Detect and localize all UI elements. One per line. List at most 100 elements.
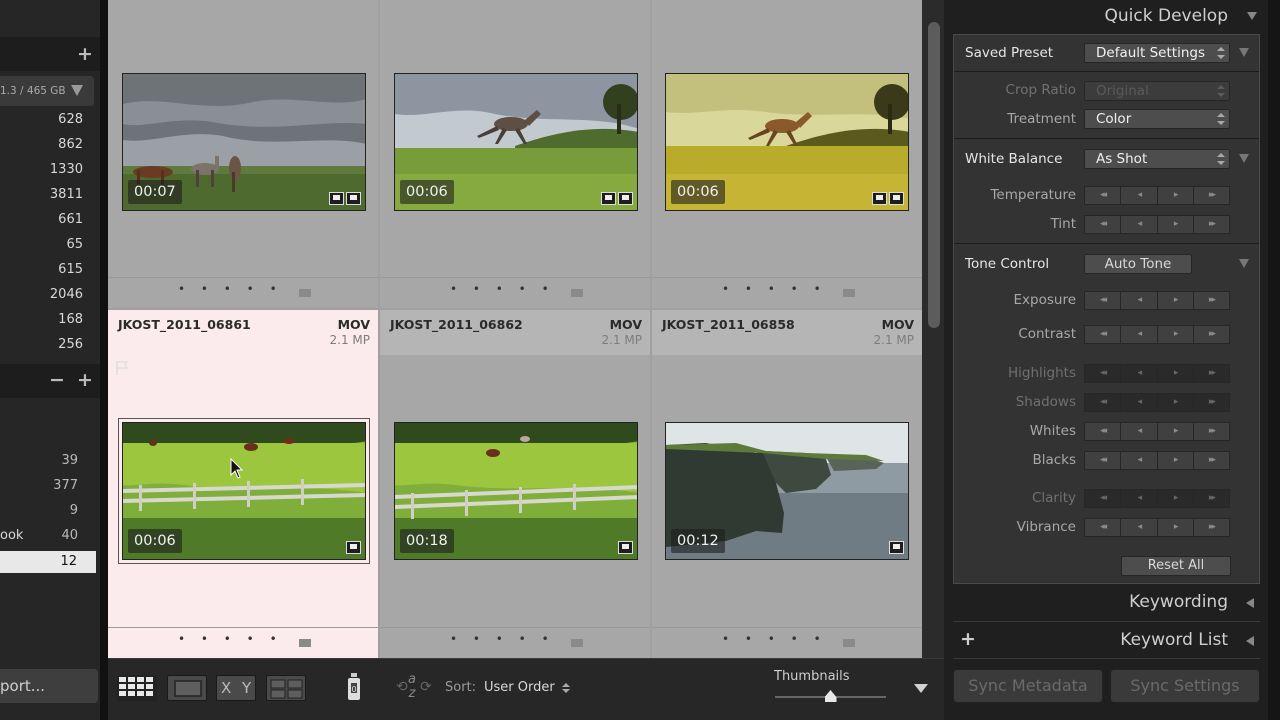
section-collapse-icon[interactable] <box>1239 48 1249 57</box>
decrease-large-button[interactable]: ◂◂ <box>1085 365 1122 382</box>
color-label-icon[interactable] <box>299 289 311 297</box>
decrease-large-button[interactable]: ◂◂ <box>1085 187 1122 204</box>
decrease-button[interactable]: ◂ <box>1121 519 1158 536</box>
color-label-icon[interactable] <box>843 289 855 297</box>
saved-preset-select[interactable]: Default Settings <box>1084 43 1230 63</box>
increase-button[interactable]: ▸ <box>1157 519 1194 536</box>
decrease-button[interactable]: ◂ <box>1121 187 1158 204</box>
sort-direction-button[interactable]: a z ⟲ ⟳ <box>396 673 434 703</box>
add-folder-icon[interactable]: + <box>77 45 93 64</box>
decrease-button[interactable]: ◂ <box>1121 292 1158 309</box>
exposure-stepper[interactable]: ◂◂ ◂ ▸ ▸▸ <box>1084 291 1230 310</box>
remove-collection-icon[interactable]: − <box>49 371 65 390</box>
section-collapse-icon[interactable] <box>1239 259 1249 268</box>
increase-button[interactable]: ▸ <box>1157 423 1194 440</box>
video-thumbnail[interactable]: 00:07 <box>122 73 366 211</box>
selected-collection[interactable]: 12 <box>0 551 96 573</box>
collapse-panel-icon[interactable] <box>1247 12 1257 20</box>
whites-stepper[interactable]: ◂◂ ◂ ▸ ▸▸ <box>1084 422 1230 441</box>
decrease-large-button[interactable]: ◂◂ <box>1085 326 1122 343</box>
decrease-large-button[interactable]: ◂◂ <box>1085 216 1122 233</box>
increase-large-button[interactable]: ▸▸ <box>1193 365 1229 382</box>
video-thumbnail[interactable]: 00:18 <box>394 422 638 560</box>
rating-dots[interactable]: • • • • • <box>722 282 827 296</box>
add-keyword-icon[interactable]: + <box>960 628 976 650</box>
increase-button[interactable]: ▸ <box>1157 365 1194 382</box>
rating-dots[interactable]: • • • • • <box>178 632 283 646</box>
grid-cell[interactable]: 00:07 • • • • • <box>108 0 378 308</box>
decrease-large-button[interactable]: ◂◂ <box>1085 490 1122 507</box>
decrease-button[interactable]: ◂ <box>1121 490 1158 507</box>
increase-large-button[interactable]: ▸▸ <box>1193 490 1229 507</box>
thumbnail-size-slider-knob[interactable] <box>824 690 837 702</box>
treatment-select[interactable]: Color <box>1084 109 1230 129</box>
color-label-icon[interactable] <box>571 639 583 647</box>
increase-large-button[interactable]: ▸▸ <box>1193 394 1229 411</box>
folder-count[interactable]: 862 <box>13 137 83 152</box>
collection-count[interactable]: 39 <box>8 453 78 468</box>
expand-panel-icon[interactable] <box>1246 636 1254 646</box>
expand-panel-icon[interactable] <box>1246 598 1254 608</box>
vibrance-stepper[interactable]: ◂◂ ◂ ▸ ▸▸ <box>1084 518 1230 537</box>
collection-count[interactable]: 9 <box>8 503 78 518</box>
rating-dots[interactable]: • • • • • <box>450 632 555 646</box>
increase-button[interactable]: ▸ <box>1157 292 1194 309</box>
increase-large-button[interactable]: ▸▸ <box>1193 216 1229 233</box>
decrease-large-button[interactable]: ◂◂ <box>1085 452 1122 469</box>
folder-count[interactable]: 2046 <box>13 287 83 302</box>
decrease-button[interactable]: ◂ <box>1121 423 1158 440</box>
video-thumbnail[interactable]: 00:06 <box>122 422 366 560</box>
grid-cell[interactable]: 00:06 • • • • • <box>380 0 650 308</box>
video-thumbnail[interactable]: 00:06 <box>665 73 909 211</box>
increase-large-button[interactable]: ▸▸ <box>1193 292 1229 309</box>
keyword-list-panel-header[interactable]: Keyword List <box>1120 630 1228 650</box>
increase-button[interactable]: ▸ <box>1157 490 1194 507</box>
loupe-view-button[interactable] <box>167 675 207 701</box>
keywording-panel-header[interactable]: Keywording <box>1129 592 1228 612</box>
decrease-button[interactable]: ◂ <box>1121 365 1158 382</box>
decrease-large-button[interactable]: ◂◂ <box>1085 394 1122 411</box>
increase-button[interactable]: ▸ <box>1157 216 1194 233</box>
rating-dots[interactable]: • • • • • <box>722 632 827 646</box>
decrease-button[interactable]: ◂ <box>1121 326 1158 343</box>
auto-tone-button[interactable]: Auto Tone <box>1084 254 1192 274</box>
blacks-stepper[interactable]: ◂◂ ◂ ▸ ▸▸ <box>1084 451 1230 470</box>
flag-icon[interactable] <box>115 360 129 376</box>
decrease-large-button[interactable]: ◂◂ <box>1085 292 1122 309</box>
grid-cell[interactable]: JKOST_2011_06858 MOV 2.1 MP 00:12 • • • … <box>652 310 922 658</box>
white-balance-select[interactable]: As Shot <box>1084 149 1230 169</box>
folder-count[interactable]: 661 <box>13 212 83 227</box>
increase-button[interactable]: ▸ <box>1157 187 1194 204</box>
quick-develop-title[interactable]: Quick Develop <box>1105 6 1228 26</box>
compare-view-button[interactable]: X Y <box>216 675 256 701</box>
folder-count[interactable]: 256 <box>13 337 83 352</box>
video-thumbnail[interactable]: 00:06 <box>394 73 638 211</box>
increase-button[interactable]: ▸ <box>1157 452 1194 469</box>
folder-count[interactable]: 3811 <box>13 187 83 202</box>
increase-large-button[interactable]: ▸▸ <box>1193 187 1229 204</box>
increase-button[interactable]: ▸ <box>1157 326 1194 343</box>
decrease-large-button[interactable]: ◂◂ <box>1085 519 1122 536</box>
sort-order-select[interactable]: User Order <box>484 680 555 695</box>
folder-count[interactable]: 628 <box>13 112 83 127</box>
reset-all-button[interactable]: Reset All <box>1121 556 1231 576</box>
export-button[interactable]: port... <box>0 669 98 703</box>
temperature-stepper[interactable]: ◂◂ ◂ ▸ ▸▸ <box>1084 186 1230 205</box>
survey-view-button[interactable] <box>266 675 306 701</box>
grid-cell[interactable]: 00:06 • • • • • <box>652 0 922 308</box>
video-thumbnail[interactable]: 00:12 <box>665 422 909 560</box>
color-label-icon[interactable] <box>843 639 855 647</box>
scrollbar-thumb[interactable] <box>928 22 940 328</box>
toolbar-options-chevron-icon[interactable] <box>914 684 928 693</box>
decrease-large-button[interactable]: ◂◂ <box>1085 423 1122 440</box>
folder-count[interactable]: 615 <box>13 262 83 277</box>
rating-dots[interactable]: • • • • • <box>178 282 283 296</box>
collection-count[interactable]: 40 <box>8 528 78 543</box>
sync-metadata-button[interactable]: Sync Metadata <box>953 669 1103 703</box>
clarity-stepper[interactable]: ◂◂ ◂ ▸ ▸▸ <box>1084 489 1230 508</box>
folder-count[interactable]: 168 <box>13 312 83 327</box>
folder-count[interactable]: 1330 <box>13 162 83 177</box>
decrease-button[interactable]: ◂ <box>1121 452 1158 469</box>
section-collapse-icon[interactable] <box>1239 154 1249 163</box>
grid-cell-selected[interactable]: JKOST_2011_06861 MOV 2.1 MP 00:06 • • • … <box>108 310 378 658</box>
